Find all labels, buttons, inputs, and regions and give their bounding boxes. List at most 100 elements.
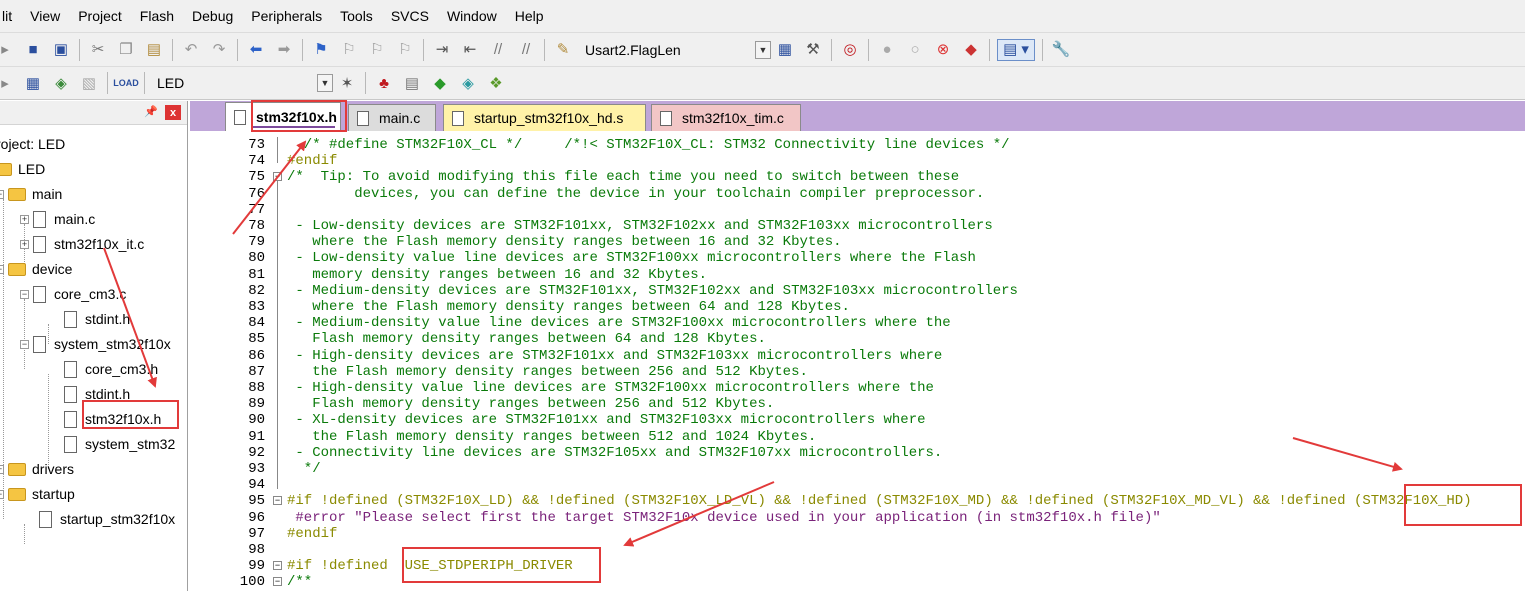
tree-node-system-stm32f10x[interactable]: − system_stm32f10x [20,334,171,354]
unindent-icon[interactable]: ⇤ [459,39,481,61]
line-number: 95 [248,493,265,510]
breakpoint-disable-all-icon[interactable]: ⊗ [932,39,954,61]
target-combo[interactable]: LED ▼ [153,72,333,94]
tree-node-main-c[interactable]: + main.c [20,209,95,229]
tree-node-device[interactable]: − device [0,259,72,279]
collapse-icon[interactable]: − [0,489,4,499]
comment-icon[interactable]: // [487,39,509,61]
menu-svcs[interactable]: SVCS [382,0,438,32]
tree-node-core-cm3-c[interactable]: − core_cm3.c [20,284,126,304]
menu-window[interactable]: Window [438,0,506,32]
highlight-box-tree-file [82,400,179,429]
redo-icon[interactable]: ↷ [208,39,230,61]
download-icon[interactable]: LOAD [113,72,139,94]
tab-main-c[interactable]: main.c [348,104,436,131]
select-device-icon[interactable]: ◈ [457,72,479,94]
rebuild-icon[interactable]: ◈ [50,72,72,94]
tab-stm32f10x-tim-c[interactable]: stm32f10x_tim.c [651,104,801,131]
tree-node-startup[interactable]: − startup [0,484,75,504]
collapse-icon[interactable]: − [0,264,4,274]
line-number: 82 [248,282,265,299]
menu-tools[interactable]: Tools [331,0,382,32]
pin-icon[interactable]: 📌 [144,105,158,118]
open-icon[interactable]: ▸ [0,39,16,61]
project-label: roject: LED [0,134,65,154]
menu-help[interactable]: Help [506,0,553,32]
collapse-icon[interactable]: − [20,289,29,299]
line-number: 93 [248,461,265,477]
nav-forward-icon[interactable]: ➡ [273,39,295,61]
copy-icon[interactable]: ❐ [115,39,137,61]
menu-peripherals[interactable]: Peripherals [242,0,331,32]
tree-node-stdint-h[interactable]: stdint.h [64,309,130,329]
tree-node-startup-stm32f10x[interactable]: startup_stm32f10x [39,509,175,529]
menu-flash[interactable]: Flash [131,0,183,32]
project-panel: 📌 x roject: LED LED − main + main.c + st… [0,101,188,591]
collapse-icon[interactable]: − [20,339,29,349]
line-number: 78 [248,218,265,234]
find-in-files-icon[interactable]: ✎ [552,39,574,61]
tree-node-stm32f10x-it-c[interactable]: + stm32f10x_it.c [20,234,144,254]
code-editor[interactable]: 73 /* #define STM32F10X_CL */ /*!< STM32… [190,135,1525,591]
breakpoint-kill-all-icon[interactable]: ◆ [960,39,982,61]
project-panel-header: 📌 x [0,101,187,125]
fold-toggle-icon[interactable]: − [273,172,282,182]
target-options-icon[interactable]: ✶ [336,72,358,94]
close-icon[interactable]: x [165,105,181,120]
expand-icon[interactable]: + [0,464,4,474]
save-all-icon[interactable]: ▣ [50,39,72,61]
uncomment-icon[interactable]: // [515,39,537,61]
translate-icon[interactable]: ▸ [0,72,16,94]
file-extensions-icon[interactable]: ♣ [373,72,395,94]
file-icon [33,285,46,303]
breakpoint-disable-icon[interactable]: ○ [904,39,926,61]
menu-view[interactable]: View [21,0,69,32]
build-icon[interactable]: ▦ [22,72,44,94]
tree-node-main[interactable]: − main [0,184,62,204]
line-number: 90 [248,412,265,429]
code-line-text: /* #define STM32F10X_CL */ /*!< STM32F10… [287,137,1010,153]
file-icon [357,110,369,126]
bookmark-icon[interactable]: ⚑ [310,39,332,61]
pack-installer-icon[interactable]: ◆ [429,72,451,94]
tab-startup-stm32f10x-hd-s[interactable]: startup_stm32f10x_hd.s [443,104,646,131]
tree-node-drivers[interactable]: + drivers [0,459,74,479]
find-icon[interactable]: ▦ [774,39,796,61]
save-icon[interactable]: ■ [22,39,44,61]
cut-icon[interactable]: ✂ [87,39,109,61]
chevron-down-icon[interactable]: ▼ [755,40,771,59]
incremental-find-icon[interactable]: ⚒ [802,39,824,61]
bookmark-clear-icon[interactable]: ⚐ [394,39,416,61]
line-number: 83 [248,299,265,315]
batch-build-icon[interactable]: ▧ [78,72,100,94]
bookmark-prev-icon[interactable]: ⚐ [338,39,360,61]
bookmark-next-icon[interactable]: ⚐ [366,39,388,61]
tree-node-label: drivers [32,461,75,477]
collapse-icon[interactable]: − [0,189,4,199]
tree-node-core-cm3-h[interactable]: core_cm3.h [64,359,158,379]
menu-project[interactable]: Project [69,0,131,32]
paste-icon[interactable]: ▤ [143,39,165,61]
chevron-down-icon[interactable]: ▼ [317,74,333,92]
window-layout-icon[interactable]: ▤ ▾ [997,38,1035,61]
tree-node-led[interactable]: LED [0,159,45,179]
menu-edit[interactable]: lit [0,0,21,32]
expand-icon[interactable]: + [20,214,29,224]
breakpoint-icon[interactable]: ● [876,39,898,61]
run-time-env-icon[interactable]: ❖ [485,72,507,94]
undo-icon[interactable]: ↶ [180,39,202,61]
tree-node-system-stm32[interactable]: system_stm32 [64,434,175,454]
debug-start-icon[interactable]: ◎ [839,39,861,61]
fold-toggle-icon[interactable]: − [273,577,282,587]
expand-icon[interactable]: + [20,239,29,249]
indent-icon[interactable]: ⇥ [431,39,453,61]
menu-debug[interactable]: Debug [183,0,242,32]
configure-icon[interactable]: 🔧 [1050,39,1072,61]
code-line-text: - High-density devices are STM32F101xx a… [287,347,943,364]
find-combo[interactable]: Usart2.FlagLen ▼ [581,39,771,61]
fold-toggle-icon[interactable]: − [273,561,282,571]
manage-components-icon[interactable]: ▤ [401,72,423,94]
highlight-box-stdperiph [402,547,601,583]
nav-back-icon[interactable]: ⬅ [245,39,267,61]
fold-toggle-icon[interactable]: − [273,496,282,506]
